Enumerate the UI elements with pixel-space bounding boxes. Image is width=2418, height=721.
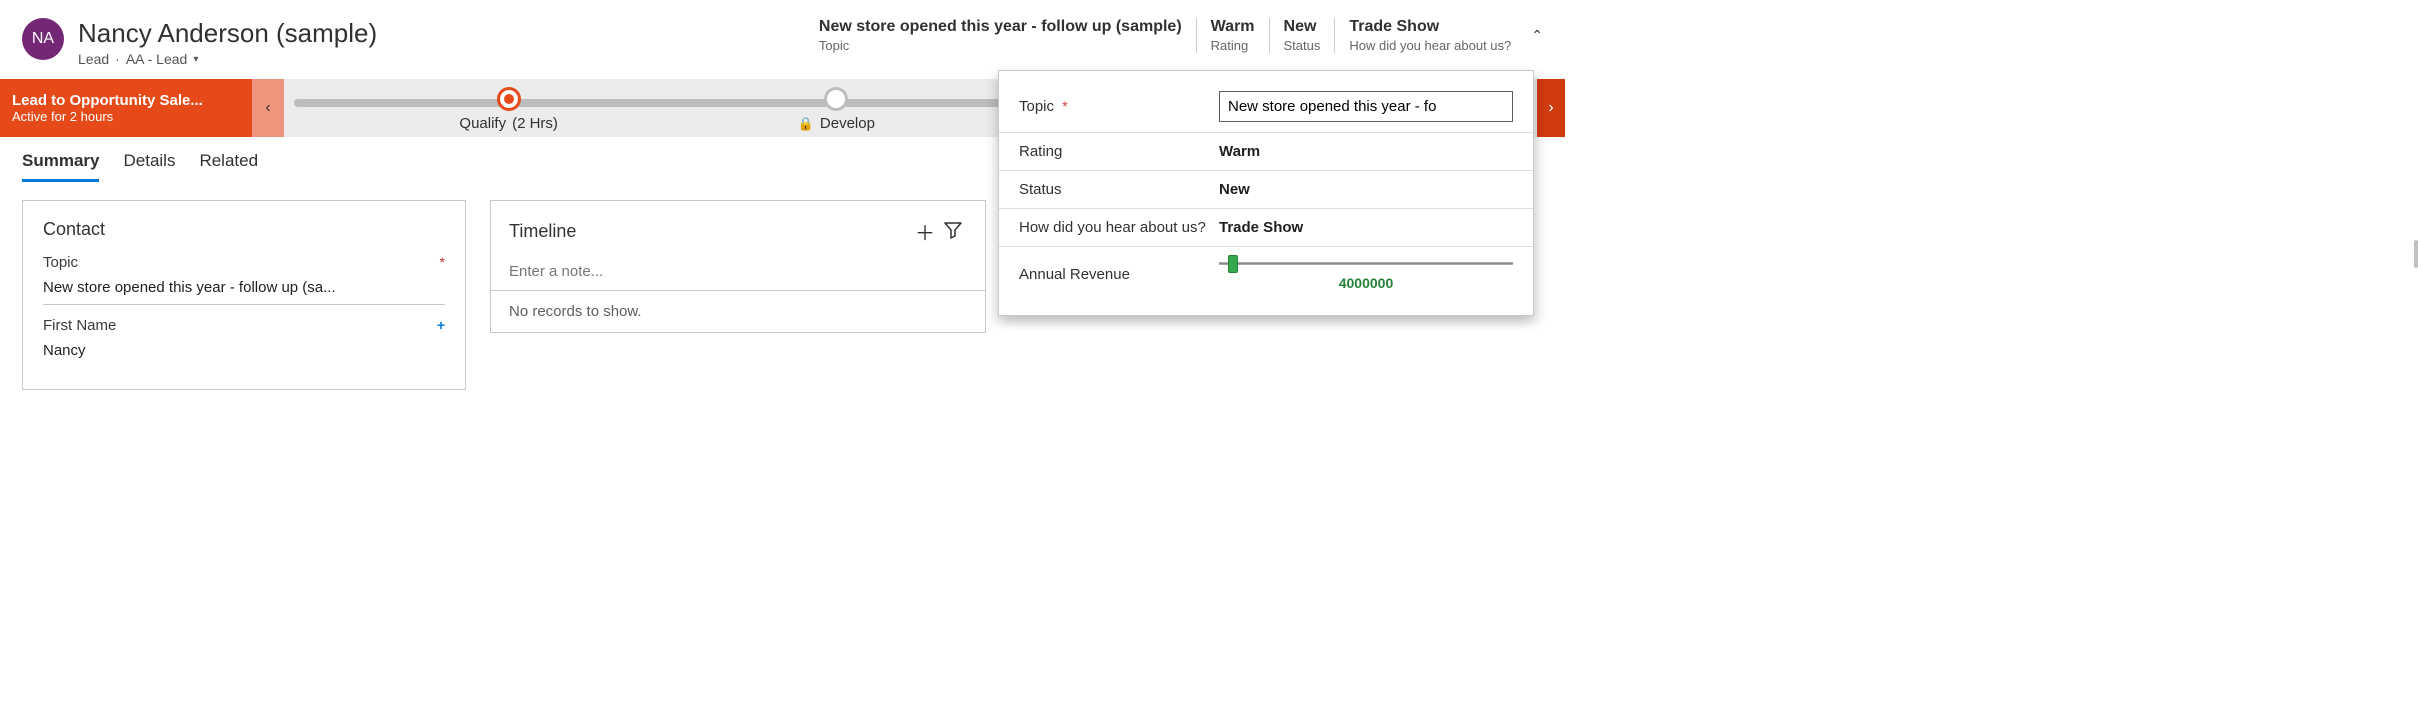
stage-develop[interactable]: 🔒 Develop [798, 79, 875, 137]
title-block: Nancy Anderson (sample) Lead · AA - Lead… [78, 18, 377, 67]
recommended-indicator-icon: + [437, 317, 445, 333]
slider-value: 4000000 [1219, 275, 1513, 291]
section-title: Timeline [509, 221, 911, 242]
avatar: NA [22, 18, 64, 60]
process-name-flag[interactable]: Lead to Opportunity Sale... Active for 2… [0, 79, 252, 137]
revenue-slider[interactable] [1219, 257, 1513, 271]
lock-icon: 🔒 [798, 116, 814, 132]
header-field-status[interactable]: New Status [1269, 18, 1335, 53]
timeline-empty-text: No records to show. [491, 291, 985, 332]
field-label: How did you hear about us? [1019, 219, 1219, 236]
slider-track [1219, 262, 1513, 265]
header-field-label: Status [1284, 38, 1321, 53]
header-field-value: Trade Show [1349, 18, 1511, 36]
subtitle-sep: · [115, 51, 120, 67]
header-field-label: Rating [1211, 38, 1255, 53]
field-label: Status [1019, 181, 1219, 198]
field-value[interactable]: New [1219, 181, 1513, 198]
note-input[interactable]: Enter a note... [491, 253, 985, 291]
flyout-field-status[interactable]: Status New [999, 170, 1533, 208]
add-icon[interactable]: ＋ [911, 217, 939, 245]
stage-duration: (2 Hrs) [512, 115, 558, 132]
header-field-value: New store opened this year - follow up (… [819, 18, 1182, 36]
flyout-field-heard[interactable]: How did you hear about us? Trade Show [999, 208, 1533, 246]
header-field-label: How did you hear about us? [1349, 38, 1511, 53]
tab-summary[interactable]: Summary [22, 151, 99, 182]
field-label: First Name [43, 317, 116, 334]
tab-related[interactable]: Related [199, 151, 258, 182]
flyout-field-annual-revenue[interactable]: Annual Revenue 4000000 [999, 246, 1533, 301]
chevron-down-icon[interactable]: ▾ [193, 54, 198, 65]
header-edit-flyout: Topic * Rating Warm Status New How did y… [998, 70, 1534, 316]
stage-dot-current-icon [497, 87, 521, 111]
stage-label: Qualify [459, 115, 506, 132]
field-label: Topic [43, 254, 78, 271]
slider-thumb[interactable] [1228, 255, 1238, 273]
header-field-value: New [1284, 18, 1321, 36]
record-subtitle[interactable]: Lead · AA - Lead ▾ [78, 51, 377, 67]
field-value[interactable]: Trade Show [1219, 219, 1513, 236]
field-label: Topic [1019, 98, 1054, 115]
flyout-field-topic: Topic * [999, 81, 1533, 132]
timeline-section: Timeline ＋ Enter a note... No records to… [490, 200, 986, 333]
field-value[interactable]: Warm [1219, 143, 1513, 160]
process-forward-button[interactable]: › [1537, 79, 1565, 137]
header-field-rating[interactable]: Warm Rating [1196, 18, 1269, 53]
field-label: Annual Revenue [1019, 266, 1219, 283]
required-indicator-icon: * [1062, 98, 1067, 114]
field-value[interactable]: Nancy [43, 334, 445, 365]
stage-label: Develop [820, 115, 875, 132]
chevron-up-icon[interactable]: ⌃ [1531, 27, 1543, 44]
header-fields: New store opened this year - follow up (… [819, 18, 1543, 53]
header-field-topic[interactable]: New store opened this year - follow up (… [819, 18, 1196, 53]
required-indicator-icon: * [440, 254, 445, 270]
entity-label: Lead [78, 51, 109, 67]
field-topic[interactable]: Topic * New store opened this year - fol… [43, 254, 445, 305]
stage-qualify[interactable]: Qualify (2 Hrs) [459, 79, 558, 137]
process-back-button[interactable]: ‹ [252, 79, 284, 137]
field-divider [43, 304, 445, 305]
field-value[interactable]: New store opened this year - follow up (… [43, 271, 445, 302]
filter-icon[interactable] [939, 217, 967, 245]
header-field-label: Topic [819, 38, 1182, 53]
header-field-heard[interactable]: Trade Show How did you hear about us? [1334, 18, 1525, 53]
process-active-text: Active for 2 hours [12, 109, 252, 124]
field-label: Rating [1019, 143, 1219, 160]
tab-details[interactable]: Details [123, 151, 175, 182]
record-title: Nancy Anderson (sample) [78, 18, 377, 49]
flyout-field-rating[interactable]: Rating Warm [999, 132, 1533, 170]
process-name: Lead to Opportunity Sale... [12, 92, 252, 109]
contact-section: Contact Topic * New store opened this ye… [22, 200, 466, 390]
section-title: Contact [43, 219, 445, 240]
scrollbar[interactable] [2414, 240, 2418, 268]
field-first-name[interactable]: First Name + Nancy [43, 317, 445, 365]
record-header: NA Nancy Anderson (sample) Lead · AA - L… [0, 0, 1565, 79]
topic-input[interactable] [1219, 91, 1513, 122]
form-label: AA - Lead [126, 51, 188, 67]
header-field-value: Warm [1211, 18, 1255, 36]
stage-dot-icon [824, 87, 848, 111]
